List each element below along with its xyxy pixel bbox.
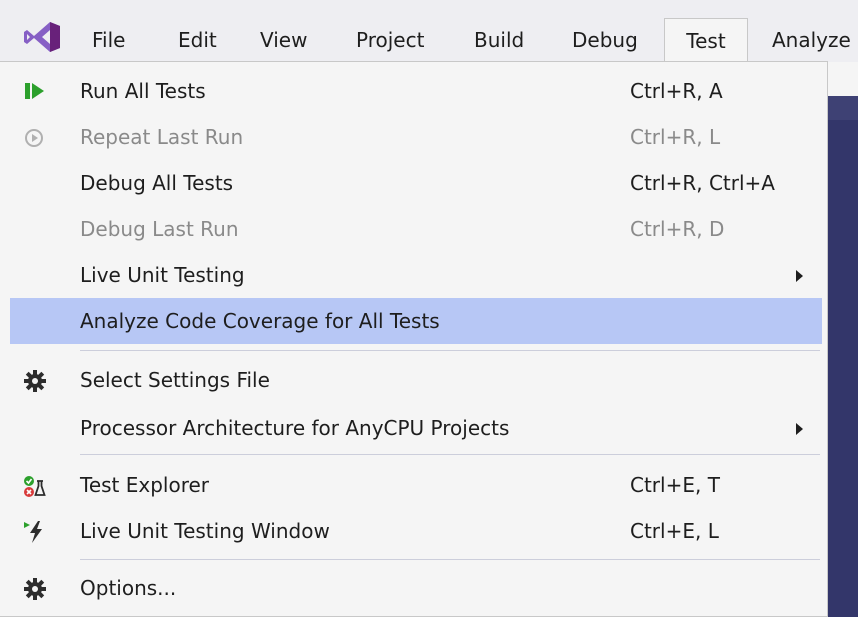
menu-item-debug-last-run[interactable]: Debug Last Run Ctrl+R, D (10, 206, 822, 252)
menu-item-analyze-code-coverage[interactable]: Analyze Code Coverage for All Tests (10, 298, 822, 344)
menu-item-label: Options... (80, 576, 177, 600)
menu-edit[interactable]: Edit (168, 18, 227, 62)
shortcut-text: Ctrl+E, T (630, 473, 720, 497)
live-unit-testing-icon (24, 521, 42, 543)
menu-item-debug-all-tests[interactable]: Debug All Tests Ctrl+R, Ctrl+A (10, 160, 822, 206)
run-all-tests-icon (25, 83, 44, 99)
menu-file[interactable]: File (82, 18, 135, 62)
menu-bar: File Edit View Project Build Debug Test … (0, 0, 858, 64)
submenu-arrow-icon (796, 423, 803, 435)
menu-item-live-unit-testing[interactable]: Live Unit Testing (10, 252, 822, 298)
menu-item-label: Live Unit Testing (80, 263, 245, 287)
menu-view[interactable]: View (250, 18, 317, 62)
shortcut-text: Ctrl+R, Ctrl+A (630, 171, 775, 195)
test-explorer-icon (24, 476, 46, 497)
menu-separator (80, 350, 820, 351)
menu-item-label: Debug All Tests (80, 171, 234, 195)
menu-item-select-settings-file[interactable]: Select Settings File (10, 357, 822, 403)
visual-studio-logo-icon (24, 22, 60, 52)
test-menu-dropdown: Run All Tests Ctrl+R, A Repeat Last Run … (0, 61, 828, 617)
submenu-arrow-icon (796, 270, 803, 282)
menu-item-label: Processor Architecture for AnyCPU Projec… (80, 416, 510, 440)
menu-item-live-unit-testing-window[interactable]: Live Unit Testing Window Ctrl+E, L (10, 508, 822, 554)
shortcut-text: Ctrl+R, A (630, 79, 723, 103)
menu-item-label: Live Unit Testing Window (80, 519, 330, 543)
menu-separator (80, 454, 820, 455)
shortcut-text: Ctrl+R, L (630, 125, 721, 149)
menu-item-label: Repeat Last Run (80, 125, 244, 149)
editor-background (828, 96, 858, 617)
menu-test[interactable]: Test (664, 18, 748, 64)
menu-item-label: Test Explorer (80, 473, 210, 497)
menu-item-test-explorer[interactable]: Test Explorer Ctrl+E, T (10, 462, 822, 508)
menu-item-repeat-last-run[interactable]: Repeat Last Run Ctrl+R, L (10, 114, 822, 160)
menu-item-label: Select Settings File (80, 368, 270, 392)
menu-item-options[interactable]: Options... (10, 565, 822, 611)
menu-project[interactable]: Project (346, 18, 434, 62)
toolbar-background (828, 62, 858, 96)
menu-item-processor-architecture[interactable]: Processor Architecture for AnyCPU Projec… (10, 405, 822, 451)
menu-debug[interactable]: Debug (562, 18, 648, 62)
menu-item-label: Analyze Code Coverage for All Tests (80, 309, 440, 333)
menu-item-label: Run All Tests (80, 79, 206, 103)
repeat-last-run-icon (25, 129, 43, 147)
gear-icon (24, 370, 46, 392)
menu-item-label: Debug Last Run (80, 217, 239, 241)
menu-separator (80, 559, 820, 560)
gear-icon (24, 578, 46, 600)
menu-build[interactable]: Build (464, 18, 534, 62)
shortcut-text: Ctrl+R, D (630, 217, 725, 241)
menu-analyze[interactable]: Analyze (762, 18, 858, 62)
menu-item-run-all-tests[interactable]: Run All Tests Ctrl+R, A (10, 68, 822, 114)
shortcut-text: Ctrl+E, L (630, 519, 719, 543)
